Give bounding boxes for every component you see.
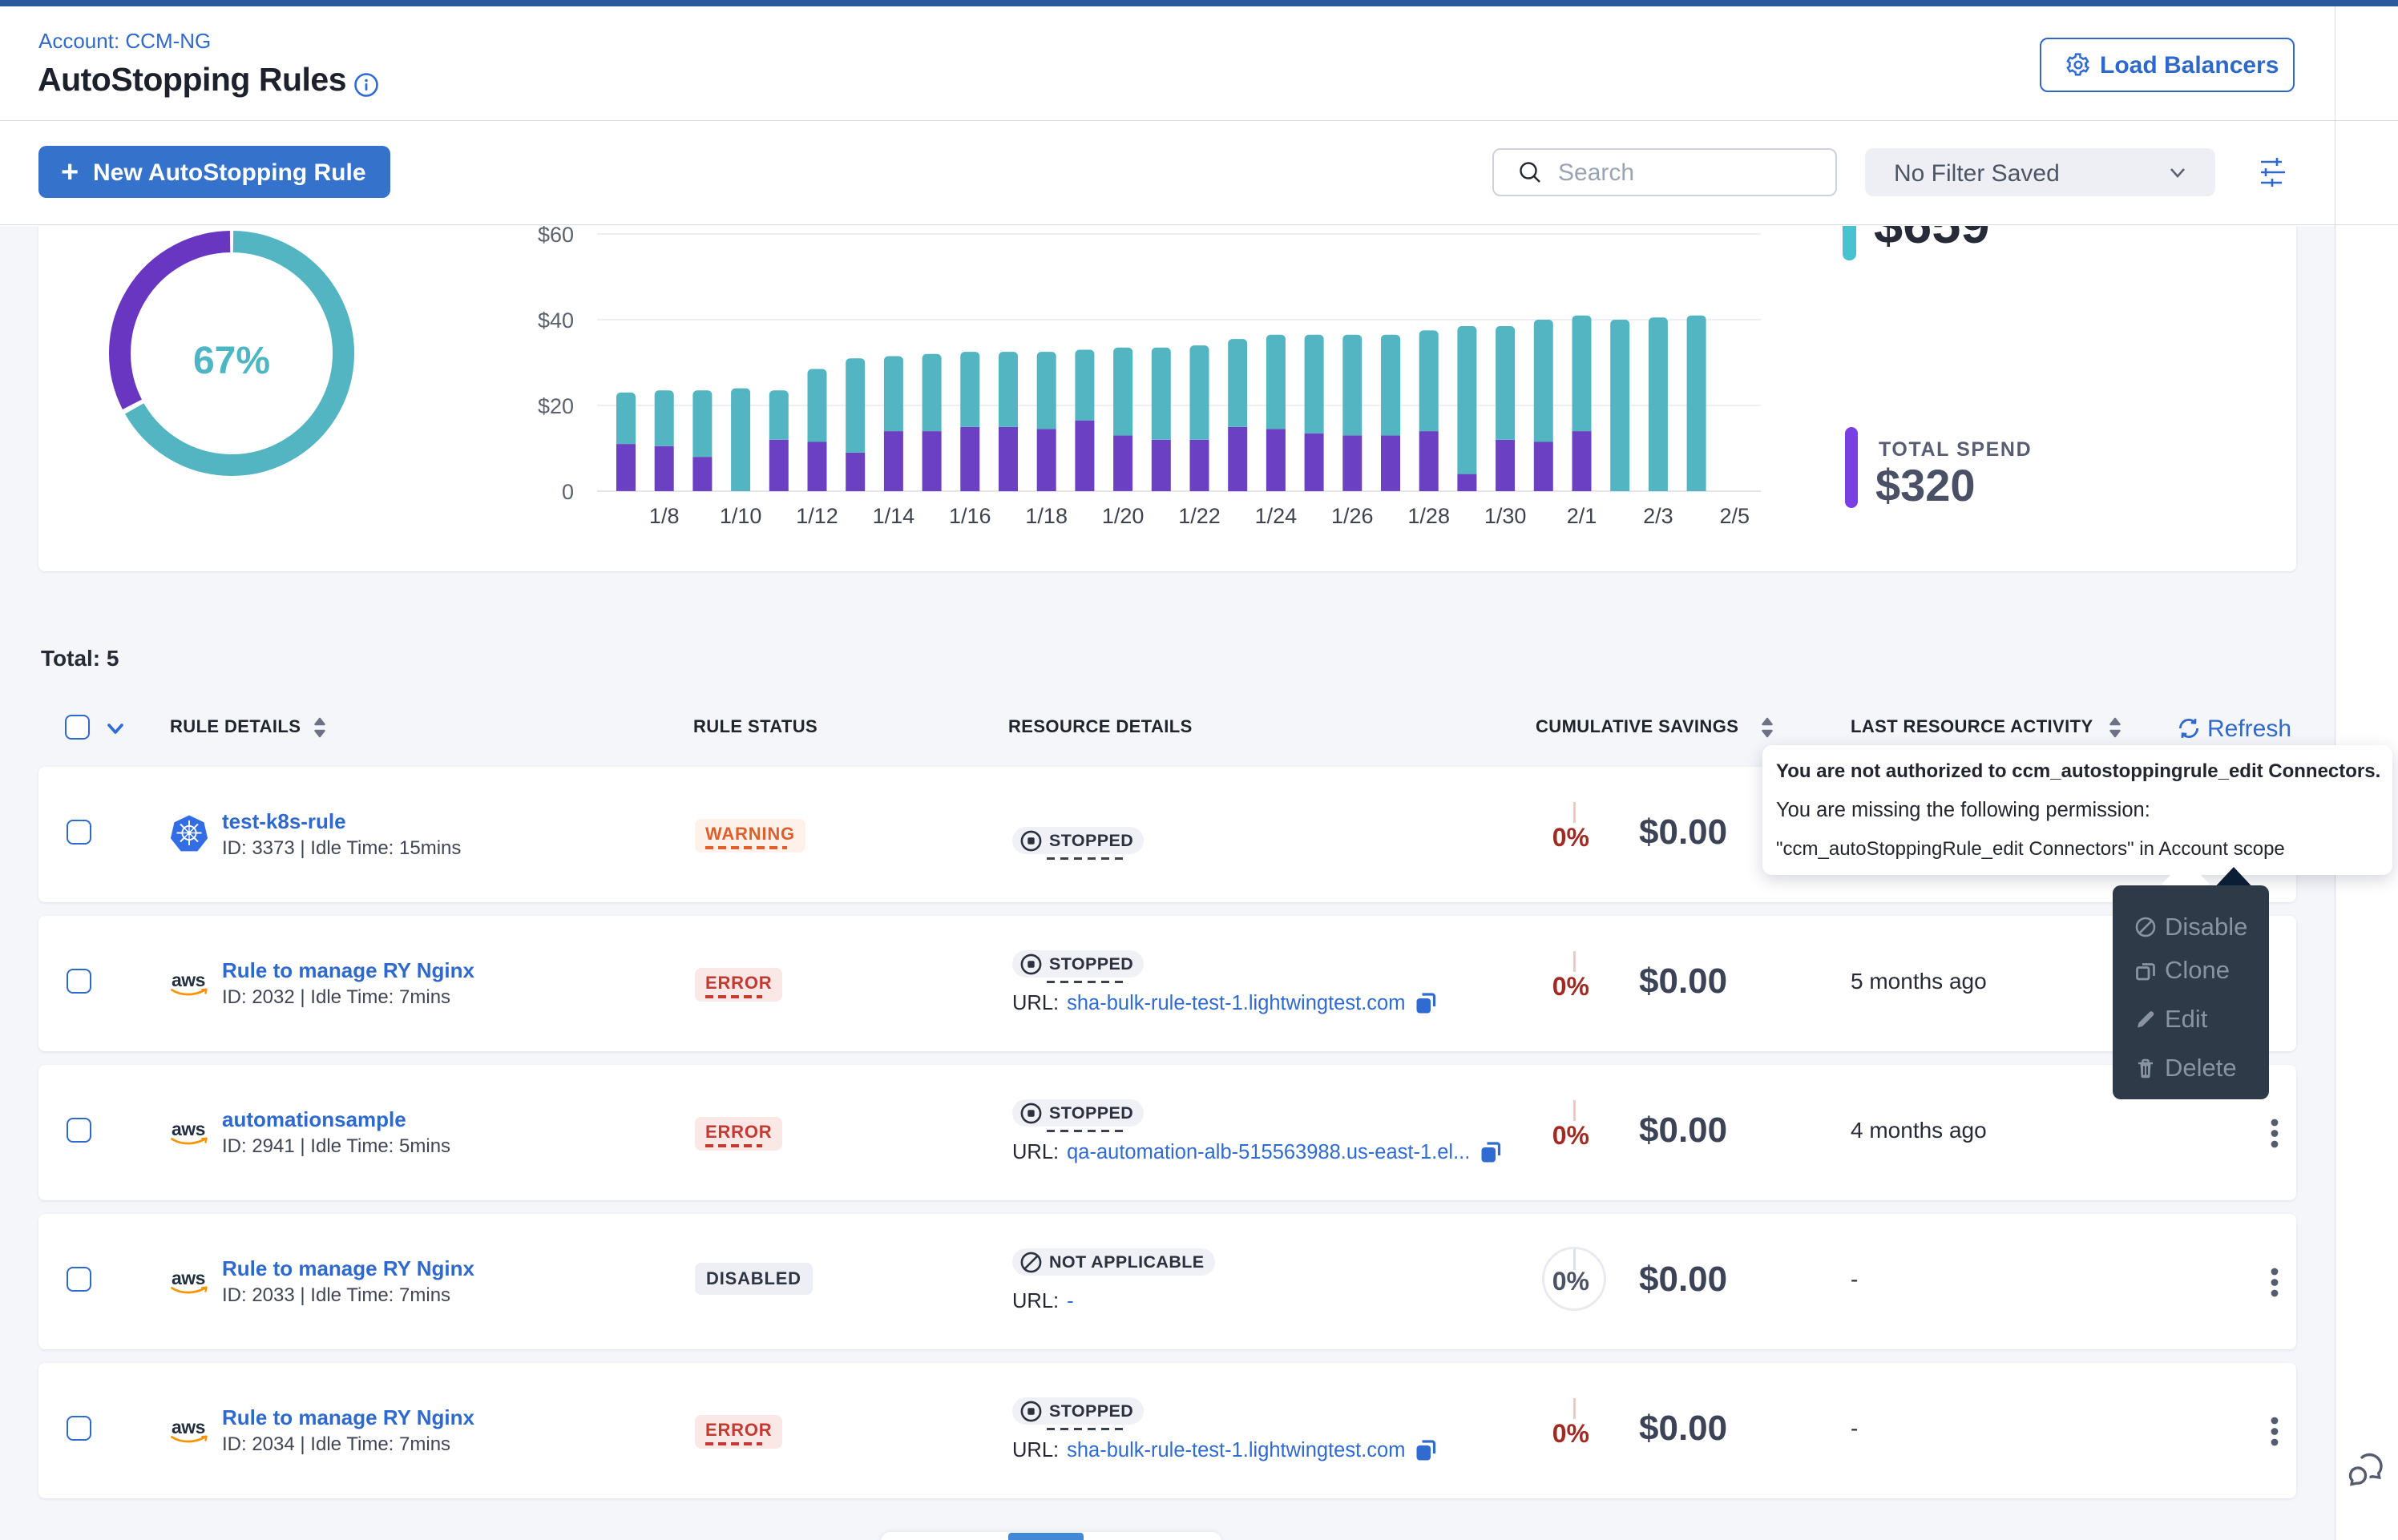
- svg-text:$20: $20: [538, 394, 574, 418]
- svg-text:1/22: 1/22: [1178, 504, 1221, 528]
- svg-text:1/12: 1/12: [796, 504, 838, 528]
- svg-text:1/20: 1/20: [1102, 504, 1144, 528]
- svg-text:aws: aws: [172, 1268, 205, 1288]
- svg-text:1/28: 1/28: [1407, 504, 1450, 528]
- svg-text:1/30: 1/30: [1484, 504, 1527, 528]
- svg-text:1/10: 1/10: [720, 504, 762, 528]
- svg-text:$60: $60: [538, 226, 574, 247]
- svg-text:1/16: 1/16: [949, 504, 991, 528]
- svg-text:2/1: 2/1: [1567, 504, 1597, 528]
- svg-text:aws: aws: [172, 1119, 205, 1139]
- svg-text:0: 0: [562, 480, 574, 504]
- svg-text:2/5: 2/5: [1720, 504, 1750, 528]
- svg-text:$40: $40: [538, 308, 574, 333]
- svg-text:1/18: 1/18: [1025, 504, 1068, 528]
- svg-text:1/14: 1/14: [873, 504, 915, 528]
- svg-text:1/8: 1/8: [649, 504, 680, 528]
- svg-text:aws: aws: [172, 1417, 205, 1437]
- svg-text:2/3: 2/3: [1643, 504, 1673, 528]
- svg-text:1/26: 1/26: [1331, 504, 1374, 528]
- svg-text:aws: aws: [172, 970, 205, 990]
- svg-text:1/24: 1/24: [1255, 504, 1298, 528]
